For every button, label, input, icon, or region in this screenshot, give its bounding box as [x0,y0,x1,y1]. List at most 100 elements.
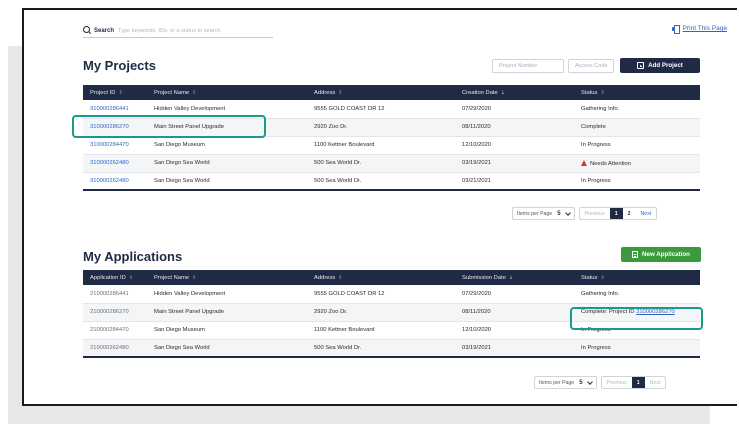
table-row[interactable]: 210000286441 Hidden Valley Development 9… [83,285,700,304]
submission-date: 08/11/2020 [455,303,574,322]
address: 9555 GOLD COAST DR 12 [307,285,455,304]
applications-pagination: Items per Page 5 Previous 1 Next [534,376,667,389]
page-1-button[interactable]: 1 [609,208,623,219]
application-id[interactable]: 210000262480 [83,339,147,358]
col-label: Status [581,274,598,281]
col-project-name[interactable]: Project Name ⇕ [147,85,307,100]
project-name: San Diego Sea World [147,154,307,173]
project-name: San Diego Sea World [147,339,307,358]
project-id-link[interactable]: 310000284470 [83,136,147,155]
page-frame: Search Type keywords, IDs, or a status t… [22,8,737,406]
chevron-down-icon [586,378,593,385]
application-id[interactable]: 210000284470 [83,321,147,340]
items-per-page-label: Items per Page [517,210,553,217]
add-project-label: Add Project [648,62,683,69]
applications-header-row: Application ID ⇕ Project Name ⇕ Address ⇕ S… [83,270,700,285]
submission-date: 07/29/2020 [455,285,574,304]
creation-date: 03/21/2021 [455,172,574,191]
col-application-id[interactable]: Application ID ⇕ [83,270,147,285]
col-label: Submission Date [462,274,506,281]
col-label: Address [314,274,336,281]
previous-button[interactable]: Previous [602,377,632,388]
search-label: Search [94,27,115,34]
chevron-down-icon [564,209,571,216]
new-application-button[interactable]: New Application [621,247,701,262]
next-button[interactable]: Next [636,208,657,219]
items-per-page-select[interactable]: Items per Page 5 [512,207,575,220]
address: 500 Sea World Dr. [307,339,455,358]
col-address[interactable]: Address ⇕ [307,270,455,285]
address: 1100 Kettner Boulevard [307,321,455,340]
submission-date: 12/10/2020 [455,321,574,340]
projects-table: Project ID ⇕ Project Name ⇕ Address ⇕ Creat… [83,85,700,191]
col-submission-date[interactable]: Submission Date ⇣ [455,270,574,285]
previous-button[interactable]: Previous [580,208,610,219]
page-1-button[interactable]: 1 [631,377,645,388]
project-id-link[interactable]: 310000262480 [83,154,147,173]
search-input[interactable]: Type keywords, IDs, or a status to searc… [118,28,221,34]
table-row[interactable]: 310000284470 San Diego Museum 1100 Kettn… [83,136,700,155]
project-id-link[interactable]: 310000262480 [83,172,147,191]
print-page-label: Print This Page [682,25,727,32]
col-address[interactable]: Address ⇕ [307,85,455,100]
next-button[interactable]: Next [645,377,666,388]
applications-title: My Applications [83,249,183,264]
address: 500 Sea World Dr. [307,172,455,191]
project-number-placeholder: Project Number [499,63,538,69]
status: Needs Attention [590,161,631,167]
project-name: Main Street Panel Upgrade [147,303,307,322]
submission-date: 03/19/2021 [455,339,574,358]
status: Gathering Info. [574,285,700,304]
col-label: Status [581,89,598,96]
project-name: San Diego Sea World [147,172,307,191]
col-project-name[interactable]: Project Name ⇕ [147,270,307,285]
status: In Progress [574,172,700,191]
page-2-button[interactable]: 2 [623,208,636,219]
col-label: Project Name [154,89,190,96]
col-label: Application ID [90,274,126,281]
col-label: Creation Date [462,89,498,96]
add-icon [637,62,645,69]
access-code-input[interactable]: Access Code [568,59,614,73]
sort-icon: ⇕ [600,89,605,96]
items-per-page-label: Items per Page [539,379,575,386]
per-page-value: 5 [579,379,583,386]
sort-icon: ⇕ [192,274,197,281]
col-status[interactable]: Status ⇕ [574,270,700,285]
creation-date: 12/10/2020 [455,136,574,155]
status: Gathering Info. [574,100,700,119]
address: 1100 Kettner Boulevard [307,136,455,155]
col-status[interactable]: Status ⇕ [574,85,700,100]
col-label: Address [314,89,336,96]
search-bar[interactable]: Search Type keywords, IDs, or a status t… [83,24,273,38]
sort-icon: ⇕ [338,274,343,281]
project-number-input[interactable]: Project Number [492,59,564,73]
col-label: Project ID [90,89,116,96]
col-project-id[interactable]: Project ID ⇕ [83,85,147,100]
project-name: Hidden Valley Development [147,285,307,304]
table-row[interactable]: 310000262480 San Diego Sea World 500 Sea… [83,154,700,173]
project-name: San Diego Museum [147,321,307,340]
access-code-placeholder: Access Code [575,63,608,69]
sort-icon: ⇣ [500,89,505,96]
status: In Progress [574,339,700,358]
status: In Progress [574,136,700,155]
application-id[interactable]: 210000286441 [83,285,147,304]
items-per-page-select[interactable]: Items per Page 5 [534,376,597,389]
projects-header-row: Project ID ⇕ Project Name ⇕ Address ⇕ Creat… [83,85,700,100]
add-project-button[interactable]: Add Project [620,58,700,73]
per-page-value: 5 [557,210,561,217]
table-row[interactable]: 310000262480 San Diego Sea World 500 Sea… [83,172,700,191]
table-row[interactable]: 210000262480 San Diego Sea World 500 Sea… [83,339,700,358]
address: 500 Sea World Dr. [307,154,455,173]
highlight-callout-project-row [72,115,266,138]
projects-pagination: Items per Page 5 Previous 1 2 Next [512,207,658,220]
page-buttons: Previous 1 Next [600,376,667,389]
sort-icon: ⇣ [508,274,514,281]
sort-icon: ⇕ [600,274,605,281]
application-id[interactable]: 210000286270 [83,303,147,322]
printer-icon [671,25,680,34]
print-page-link[interactable]: Print This Page [671,25,727,34]
col-creation-date[interactable]: Creation Date ⇣ [455,85,574,100]
status-cell: Needs Attention [574,154,700,173]
